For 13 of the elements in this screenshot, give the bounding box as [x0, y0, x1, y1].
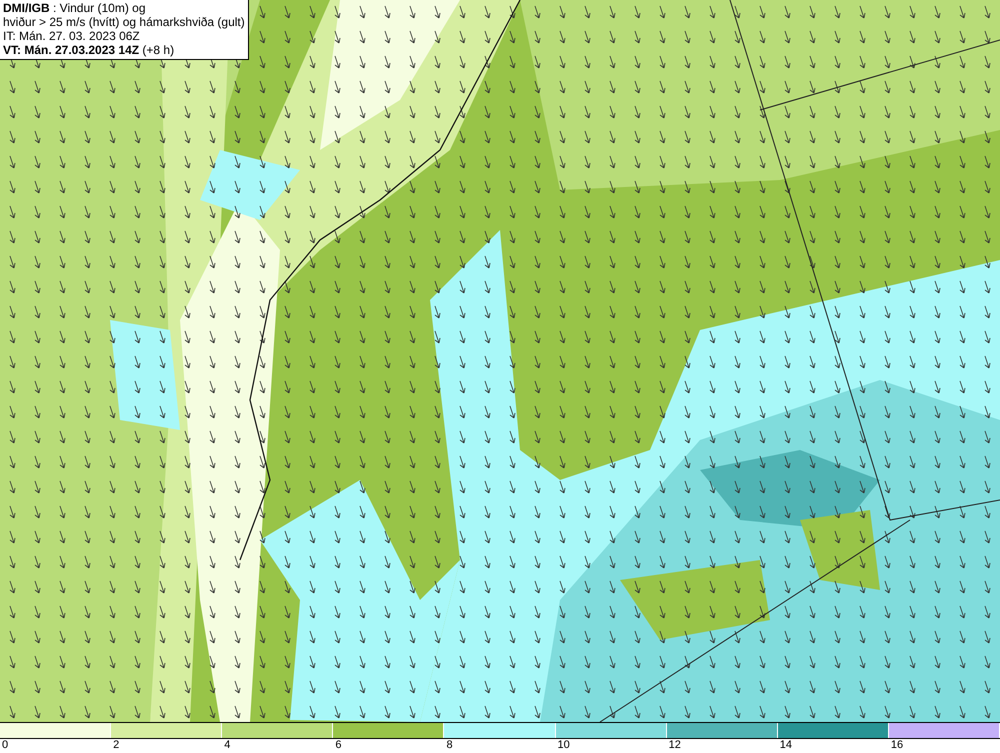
scale-label: 4 [224, 739, 230, 752]
scale-label: 2 [113, 739, 120, 752]
scale-label: 14 [780, 739, 792, 752]
scale-label: 12 [668, 739, 681, 752]
map-caption: IT: Mán. 27. 03. 2023 06Z [3, 29, 141, 43]
map-caption: VT: Mán. 27.03.2023 14Z (+8 h) [3, 43, 176, 57]
scale-label: 6 [335, 739, 342, 752]
map-caption: hviður > 25 m/s (hvítt) og hámarkshviða (gult) [3, 15, 245, 29]
map-caption: DMI/IGB : Vindur (10m) og [3, 1, 146, 15]
scale-label: 0 [2, 739, 8, 752]
scale-label: 8 [446, 739, 453, 752]
scale-label: 10 [558, 739, 570, 752]
scale-label: 16 [890, 739, 904, 752]
